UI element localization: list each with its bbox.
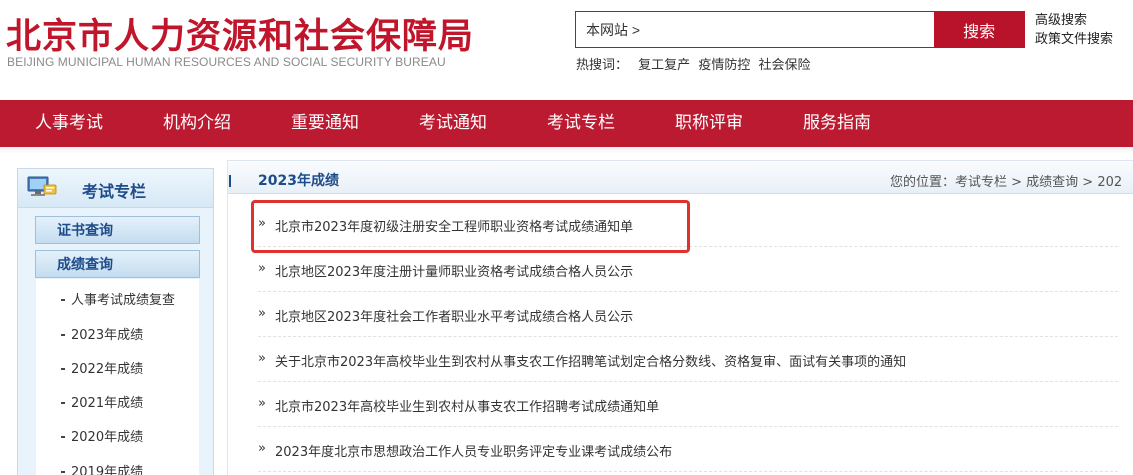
list-item-link[interactable]: 关于北京市2023年高校毕业生到农村从事支农工作招聘笔试划定合格分数线、资格复审… (275, 351, 906, 370)
sidebar-title: 考试专栏 (82, 182, 147, 201)
bullet-icon (61, 367, 65, 370)
nav-item-exam-column[interactable]: 考试专栏 (547, 100, 615, 147)
nav-item-title-review[interactable]: 职称评审 (675, 100, 743, 147)
list-item: » 北京地区2023年度社会工作者职业水平考试成绩合格人员公示 (258, 292, 1118, 337)
hot-term-link[interactable]: 社会保险 (758, 58, 810, 73)
arrow-icon: » (258, 441, 266, 456)
sidebar-item-certificate-query[interactable]: 证书查询 (35, 216, 200, 244)
hot-search-label: 热搜词： (576, 58, 629, 73)
arrow-icon: » (258, 261, 266, 276)
main-nav: 人事考试 机构介绍 重要通知 考试通知 考试专栏 职称评审 服务指南 (0, 100, 1133, 147)
search-links: 高级搜索 政策文件搜索 (1035, 11, 1113, 49)
nav-item-exam[interactable]: 人事考试 (35, 100, 103, 147)
list-item: » 关于北京市2023年高校毕业生到农村从事支农工作招聘笔试划定合格分数线、资格… (258, 337, 1118, 382)
sidebar-header: 考试专栏 (17, 168, 214, 208)
policy-search-link[interactable]: 政策文件搜索 (1035, 30, 1113, 49)
sidebar-link-2020[interactable]: 2020年成绩 (61, 426, 143, 445)
highlight-box (251, 200, 690, 253)
search-box: 搜索 (575, 11, 1025, 48)
hot-search-terms: 热搜词： 复工复产 疫情防控 社会保险 (576, 54, 814, 73)
nav-item-notices[interactable]: 重要通知 (291, 100, 359, 147)
sidebar-body: 证书查询 成绩查询 人事考试成绩复查 2023年成绩 2022年成绩 2021年… (17, 208, 214, 475)
bullet-icon (61, 298, 65, 301)
breadcrumb: 您的位置：考试专栏 > 成绩查询 > 202 (890, 175, 1123, 190)
hot-term-link[interactable]: 复工复产 (638, 58, 690, 73)
arrow-icon: » (258, 351, 266, 366)
list-item-link[interactable]: 北京市2023年高校毕业生到农村从事支农工作招聘考试成绩通知单 (275, 396, 659, 415)
list-item: » 2023年度北京市思想政治工作人员专业职务评定专业课考试成绩公布 (258, 427, 1118, 472)
site-logo-english: BEIJING MUNICIPAL HUMAN RESOURCES AND SO… (7, 55, 446, 69)
list-item-link[interactable]: 北京地区2023年度注册计量师职业资格考试成绩合格人员公示 (275, 261, 633, 280)
nav-shadow (0, 147, 1133, 154)
computer-icon (27, 176, 57, 196)
sidebar-item-score-query[interactable]: 成绩查询 (35, 250, 200, 278)
search-input[interactable] (576, 12, 935, 47)
sidebar: 考试专栏 证书查询 成绩查询 人事考试成绩复查 2023年成绩 2022年成绩 … (17, 168, 214, 475)
bullet-icon (61, 435, 65, 438)
sidebar-link-score-review[interactable]: 人事考试成绩复查 (61, 289, 175, 308)
nav-item-exam-notices[interactable]: 考试通知 (419, 100, 487, 147)
arrow-icon: » (258, 306, 266, 321)
site-header: 北京市人力资源和社会保障局 BEIJING MUNICIPAL HUMAN RE… (0, 0, 1133, 100)
sidebar-link-2021[interactable]: 2021年成绩 (61, 392, 143, 411)
list-item: » 北京市2023年高校毕业生到农村从事支农工作招聘考试成绩通知单 (258, 382, 1118, 427)
list-item-link[interactable]: 北京地区2023年度社会工作者职业水平考试成绩合格人员公示 (275, 306, 633, 325)
sidebar-link-2023[interactable]: 2023年成绩 (61, 324, 143, 343)
bullet-icon (61, 333, 65, 336)
title-marker (229, 175, 231, 187)
list-item: » 北京地区2023年度注册计量师职业资格考试成绩合格人员公示 (258, 247, 1118, 292)
sidebar-link-2019[interactable]: 2019年成绩 (61, 461, 143, 475)
nav-item-service-guide[interactable]: 服务指南 (803, 100, 871, 147)
list-item-link[interactable]: 2023年度北京市思想政治工作人员专业职务评定专业课考试成绩公布 (275, 441, 672, 460)
page-title: 2023年成绩 (258, 173, 339, 189)
hot-term-link[interactable]: 疫情防控 (698, 58, 750, 73)
bullet-icon (61, 470, 65, 473)
nav-item-about[interactable]: 机构介绍 (163, 100, 231, 147)
arrow-icon: » (258, 396, 266, 411)
bullet-icon (61, 401, 65, 404)
site-logo-chinese[interactable]: 北京市人力资源和社会保障局 (6, 8, 474, 59)
advanced-search-link[interactable]: 高级搜索 (1035, 11, 1113, 30)
sidebar-sublist: 人事考试成绩复查 2023年成绩 2022年成绩 2021年成绩 2020年成绩… (36, 279, 199, 475)
search-button[interactable]: 搜索 (934, 12, 1024, 47)
content-header: 2023年成绩 您的位置：考试专栏 > 成绩查询 > 202 (228, 160, 1133, 194)
sidebar-link-2022[interactable]: 2022年成绩 (61, 358, 143, 377)
